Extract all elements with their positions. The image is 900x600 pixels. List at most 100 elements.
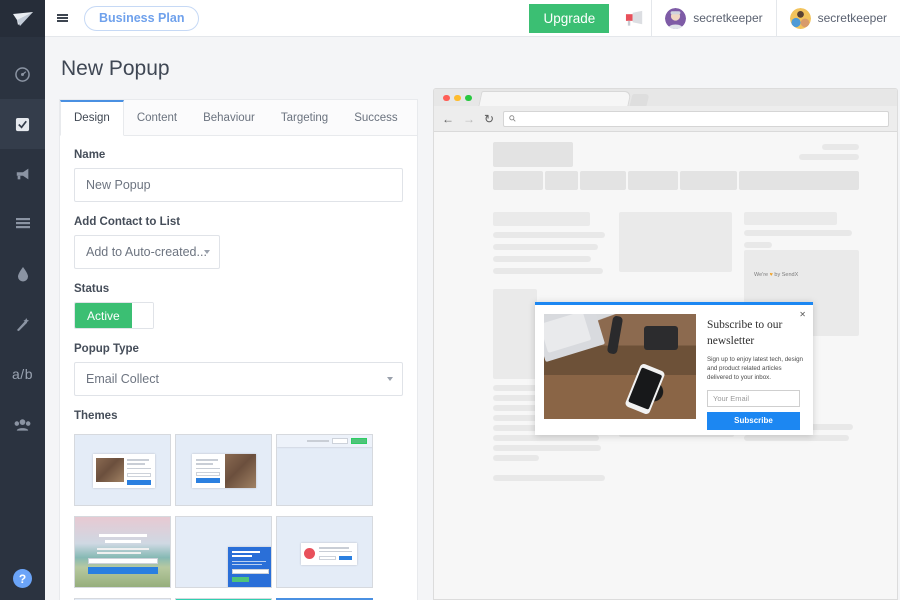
camera-shape	[644, 326, 678, 350]
skeleton-nav-item	[628, 171, 678, 190]
browser-mockup: ← → ↻ We're ♥ by SendX ✕ Subscribe to ou…	[433, 88, 898, 600]
tab-content[interactable]: Content	[123, 100, 191, 135]
skeleton-line	[493, 435, 599, 441]
attribution: We're ♥ by SendX	[754, 272, 798, 278]
skeleton-heading	[744, 212, 837, 225]
sidebar-item-forms[interactable]	[0, 99, 45, 149]
arrow-left-icon[interactable]: ←	[442, 113, 454, 125]
sidebar-item-dashboard[interactable]	[0, 49, 45, 99]
team-menu[interactable]: secretkeeper	[777, 0, 900, 37]
popup-title: Subscribe to our newsletter	[707, 319, 783, 348]
skeleton-block	[619, 212, 732, 272]
announcements-button[interactable]	[619, 0, 651, 37]
skeleton-line	[744, 230, 852, 236]
maximize-traffic-light[interactable]	[465, 94, 472, 101]
user-menu[interactable]: secretkeeper	[652, 0, 775, 37]
sidebar-item-lists[interactable]	[0, 199, 45, 249]
stage: Business Plan Upgrade secretkeeper secre…	[45, 0, 900, 600]
minimize-traffic-light[interactable]	[454, 94, 461, 101]
popup-content: Subscribe to our newsletter Sign up to e…	[707, 317, 803, 430]
droplet-icon	[17, 266, 28, 281]
popup-description: Sign up to enjoy latest tech, design and…	[707, 355, 803, 382]
tab-success[interactable]: Success	[341, 100, 411, 135]
status-toggle[interactable]: Active	[74, 302, 154, 329]
help-icon: ?	[13, 569, 32, 588]
chevron-down-icon	[204, 250, 210, 254]
new-tab-button[interactable]	[629, 94, 650, 106]
themes-grid	[74, 434, 403, 600]
users-icon	[14, 418, 31, 431]
popup-type-select[interactable]: Email Collect	[74, 362, 403, 396]
list-label: Add Contact to List	[74, 216, 181, 228]
arrow-right-icon[interactable]: →	[463, 113, 475, 125]
skeleton-nav-item	[493, 171, 543, 190]
hamburger-icon[interactable]	[45, 12, 79, 24]
skeleton-heading	[493, 212, 590, 226]
design-panel: Name Add Contact to List Add to Auto-cre…	[60, 136, 417, 600]
status-field-group: Status Active	[74, 283, 403, 329]
browser-titlebar	[434, 89, 897, 106]
skeleton-nav-item	[545, 171, 578, 190]
app-root: a/b ? Business Plan Upgrade secretkeeper…	[0, 0, 900, 600]
phone-shape	[624, 362, 666, 416]
camera-strap-shape	[606, 315, 624, 355]
avatar	[665, 7, 687, 29]
skeleton-line	[493, 475, 605, 481]
editor-pane: New Popup Design Content Behaviour Targe…	[45, 37, 433, 600]
theme-fullscreen-scenic[interactable]	[74, 516, 171, 588]
popup-type-value: Email Collect	[86, 372, 159, 386]
sidebar-item-drip[interactable]	[0, 249, 45, 299]
theme-card-red-icon[interactable]	[276, 516, 373, 588]
topbar-right: Upgrade secretkeeper secretkeeper	[529, 0, 900, 37]
skeleton-logo	[493, 142, 573, 167]
toggle-knob	[131, 303, 153, 328]
laptop-shape	[544, 314, 606, 363]
browser-toolbar: ← → ↻	[434, 106, 897, 132]
tab-design[interactable]: Design	[60, 100, 124, 136]
skeleton-block	[493, 289, 537, 379]
speedometer-icon	[15, 66, 30, 82]
contact-list-value: Add to Auto-created...	[86, 245, 207, 259]
popup-subscribe-button[interactable]: Subscribe	[707, 411, 800, 430]
app-logo[interactable]	[0, 0, 45, 37]
skeleton-line	[493, 268, 603, 274]
attribution-prefix: We're	[754, 272, 769, 278]
popup-preview: ✕ Subscribe to our newsletter Sign up to…	[535, 302, 813, 435]
tab-targeting[interactable]: Targeting	[267, 100, 342, 135]
tab-behaviour[interactable]: Behaviour	[190, 100, 268, 135]
browser-tab[interactable]	[478, 91, 632, 106]
list-field-group: Add Contact to List Add to Auto-created.…	[74, 216, 403, 269]
checkbox-icon	[15, 117, 30, 131]
help-button[interactable]: ?	[0, 569, 45, 588]
sidebar-item-campaigns[interactable]	[0, 149, 45, 199]
name-label: Name	[74, 149, 106, 161]
popup-type-label: Popup Type	[74, 343, 139, 355]
skeleton-line	[493, 256, 591, 262]
team-avatar	[789, 7, 811, 29]
theme-image-right[interactable]	[175, 434, 272, 506]
theme-top-bar-green[interactable]	[276, 434, 373, 506]
window-controls	[443, 94, 472, 101]
megaphone-icon	[625, 10, 642, 26]
theme-image-left[interactable]	[74, 434, 171, 506]
close-traffic-light[interactable]	[443, 94, 450, 101]
name-field-group: Name	[74, 149, 403, 202]
top-bar: Business Plan Upgrade secretkeeper secre…	[45, 0, 900, 37]
sidebar-item-ab-testing[interactable]: a/b	[0, 349, 45, 399]
reload-icon[interactable]: ↻	[484, 113, 494, 125]
sidebar-item-automation[interactable]	[0, 299, 45, 349]
theme-slide-in-blue[interactable]	[175, 516, 272, 588]
skeleton-nav-item	[680, 171, 737, 190]
plan-badge[interactable]: Business Plan	[84, 5, 200, 31]
editor-card: Design Content Behaviour Targeting Succe…	[59, 99, 418, 600]
popup-email-input[interactable]: Your Email	[707, 389, 800, 407]
skeleton-line	[493, 232, 605, 238]
contact-list-select[interactable]: Add to Auto-created...	[74, 235, 220, 269]
upgrade-button[interactable]: Upgrade	[529, 3, 610, 33]
list-icon	[15, 218, 30, 229]
skeleton-line	[744, 435, 849, 441]
sidebar-item-contacts[interactable]	[0, 399, 45, 449]
name-input[interactable]	[74, 168, 403, 202]
url-input[interactable]	[503, 110, 889, 127]
skeleton-line	[822, 144, 859, 150]
